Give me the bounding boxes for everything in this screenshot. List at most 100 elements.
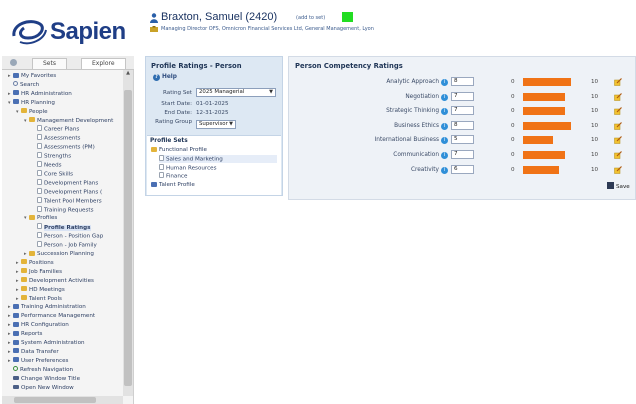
tree-item[interactable]: ▾ Management Development	[24, 117, 113, 125]
tree-item[interactable]: ▾ HR Planning	[8, 99, 55, 107]
info-icon[interactable]: i	[441, 93, 448, 101]
tree-item-label: My Favorites	[21, 73, 57, 79]
edit-icon[interactable]	[614, 136, 622, 145]
add-to-set-link[interactable]: (add to set)	[296, 15, 325, 21]
profile-set-label: Finance	[166, 173, 188, 180]
tree-item[interactable]: ▸ Reports	[8, 330, 42, 338]
profile-set-item[interactable]: Finance	[159, 172, 277, 180]
tree-item[interactable]: ▸ Succession Planning	[24, 250, 94, 258]
profile-set-item[interactable]: Talent Profile	[151, 181, 277, 189]
tree-item-label: Succession Planning	[37, 251, 94, 257]
tab-explore[interactable]: Explore	[81, 58, 126, 69]
person-header: Braxton, Samuel (2420) (add to set) Mana…	[146, 10, 586, 46]
document-icon	[37, 196, 42, 203]
edit-icon[interactable]	[614, 121, 622, 130]
tree-item[interactable]: ▾ Profiles	[24, 214, 57, 222]
tree-item-label: Development Plans (	[44, 189, 103, 196]
tree-item[interactable]: Change Window Title	[8, 375, 80, 383]
competency-rating-input[interactable]: 6	[451, 164, 474, 174]
tree-item[interactable]: ▸ Job Families	[16, 268, 62, 276]
tree-item[interactable]: ▸ Positions	[16, 259, 54, 267]
folder-icon	[21, 259, 27, 265]
tree-item[interactable]: ▸ Talent Pools	[16, 295, 62, 303]
person-name: Braxton, Samuel (2420)	[161, 11, 278, 23]
tree-item[interactable]: Talent Pool Members	[32, 196, 102, 205]
end-date-value: 12-31-2025	[196, 110, 229, 116]
competency-rating-input[interactable]: 8	[451, 120, 474, 130]
folder-icon	[21, 268, 27, 274]
tree-item[interactable]: Person - Position Gap	[32, 232, 103, 240]
competency-rating-input[interactable]: 7	[451, 106, 474, 116]
tree-item[interactable]: ▸ Data Transfer	[8, 348, 59, 356]
info-icon[interactable]: i	[441, 79, 448, 86]
info-icon[interactable]: i	[441, 166, 448, 174]
tree-item-label: Profile Ratings	[44, 224, 91, 231]
info-icon[interactable]: i	[441, 152, 448, 159]
tree-item[interactable]: Strengths	[32, 152, 71, 160]
tree-item[interactable]: Assessments (PM)	[32, 143, 95, 151]
rating-group-select[interactable]: Supervisor ▼	[196, 120, 236, 129]
tree-item[interactable]: ▸ My Favorites	[8, 72, 56, 80]
hscroll-thumb[interactable]	[14, 397, 96, 403]
tree-item[interactable]: Profile Ratings	[32, 223, 91, 231]
save-button[interactable]: Save	[607, 182, 630, 190]
competency-rating-input[interactable]: 7	[451, 150, 474, 159]
help-link[interactable]: ? Help	[153, 74, 177, 81]
tree-item[interactable]: ▸ System Administration	[8, 339, 85, 347]
edit-icon[interactable]	[614, 107, 622, 115]
tree-item[interactable]: ▸ HD Meetings	[16, 286, 65, 294]
tree-item[interactable]: Training Requests	[32, 205, 94, 214]
home-icon[interactable]	[10, 59, 17, 66]
profile-set-item[interactable]: Sales and Marketing	[159, 154, 277, 163]
info-icon[interactable]: i	[441, 108, 448, 116]
rating-set-select[interactable]: 2025 Managerial ▼	[196, 88, 276, 97]
tree-item[interactable]: Career Plans	[32, 125, 79, 133]
tree-item[interactable]: ▸ HR Administration	[8, 90, 72, 98]
profile-set-item[interactable]: Human Resources	[159, 163, 277, 172]
tree-item[interactable]: ▸ Performance Management	[8, 312, 95, 320]
tree-item[interactable]: Development Plans	[32, 178, 98, 187]
tree-item-label: Assessments	[44, 135, 81, 142]
nav-tabs: Sets Explore	[2, 56, 134, 70]
tree-item[interactable]: Assessments	[32, 134, 80, 142]
tree-item-label: Talent Pools	[29, 295, 62, 302]
edit-icon[interactable]	[614, 151, 622, 159]
brand-name: Sapien	[50, 18, 126, 45]
tree-horizontal-scrollbar[interactable]	[2, 396, 123, 404]
competency-row: Creativity i 6 0 10	[289, 164, 636, 177]
tree-item[interactable]: ▸ Development Activities	[16, 277, 94, 285]
competency-rating-input[interactable]: 8	[451, 77, 474, 86]
tree-item[interactable]: Open New Window	[8, 384, 74, 392]
profile-set-item[interactable]: Functional Profile	[151, 146, 277, 154]
tree-item[interactable]: ▾ People	[16, 108, 48, 116]
tree-item[interactable]: Needs	[32, 161, 62, 169]
document-icon	[37, 187, 42, 194]
tree-item[interactable]: Core Skills	[32, 169, 73, 178]
tree-item[interactable]: Search	[8, 81, 39, 89]
tree-item[interactable]: ▸ User Preferences	[8, 357, 68, 365]
folder-icon	[29, 250, 35, 256]
document-icon	[37, 232, 42, 239]
competency-rating-input[interactable]: 5	[451, 135, 474, 145]
scale-max-label: 10	[591, 93, 599, 100]
edit-icon[interactable]	[614, 92, 622, 101]
edit-icon[interactable]	[614, 78, 622, 86]
document-icon	[37, 152, 42, 159]
tree-item[interactable]: Refresh Navigation	[8, 366, 73, 374]
tree-item[interactable]: ▸ HR Configuration	[8, 321, 69, 329]
scroll-up-icon[interactable]: ▲	[123, 70, 133, 78]
tree-item-label: HD Meetings	[29, 286, 65, 293]
tab-sets[interactable]: Sets	[32, 58, 67, 69]
scroll-thumb[interactable]	[124, 90, 132, 386]
info-icon[interactable]: i	[441, 122, 448, 130]
position-icon	[150, 26, 158, 32]
tree-item[interactable]: Development Plans (	[32, 187, 103, 196]
competency-rating-input[interactable]: 7	[451, 91, 474, 101]
tree-vertical-scrollbar[interactable]: ▲	[123, 70, 133, 396]
edit-icon[interactable]	[614, 165, 622, 174]
tree-item[interactable]: ▸ Training Administration	[8, 303, 86, 311]
profile-sets-list: Profile Sets Functional Profile Sales and…	[147, 135, 281, 195]
info-icon[interactable]: i	[441, 137, 448, 145]
tree-item[interactable]: Person - Job Family	[32, 241, 97, 249]
tree-item-label: Search	[20, 81, 40, 88]
